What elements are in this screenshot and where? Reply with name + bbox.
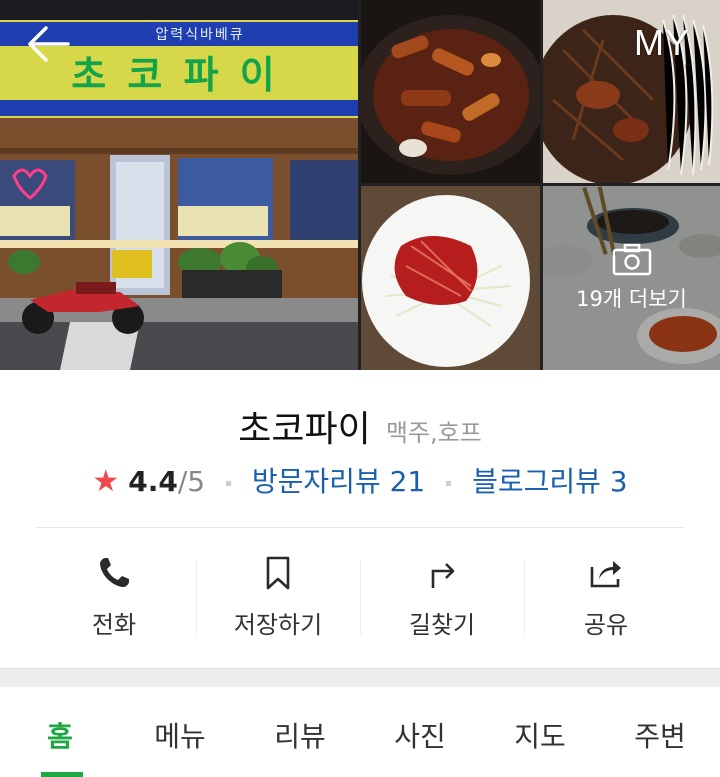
share-label: 공유 [583,611,629,639]
food-photo-3[interactable] [361,186,540,370]
bookmark-icon [266,556,290,590]
place-name: 초코파이 [238,409,371,450]
directions-icon [431,563,455,588]
directions-button[interactable]: 길찾기 [360,550,524,650]
save-label: 저장하기 [233,611,323,639]
save-button[interactable]: 저장하기 [196,550,360,650]
more-photos-overlay: 19개 더보기 [543,186,720,370]
tab-photos[interactable]: 사진 [360,687,480,777]
separator-dot [446,480,452,486]
back-arrow-icon [28,26,70,62]
separator-dot [226,480,231,486]
blog-reviews-link[interactable]: 블로그리뷰 3 [472,465,628,498]
directions-label: 길찾기 [408,611,476,639]
place-category: 맥주,호프 [385,419,482,447]
food-photo-2[interactable] [543,0,720,183]
my-button[interactable]: MY [634,22,690,64]
star-icon: ★ [92,464,120,499]
storefront-subsign-text: 압력식바베큐 [155,27,245,43]
storefront-sign-text: 초 코 파 이 [71,53,279,97]
call-label: 전화 [91,611,137,639]
rating-score: 4.4 [128,465,178,498]
action-bar: 전화 저장하기 길찾기 공유 [32,550,688,650]
tab-nearby[interactable]: 주변 [600,687,720,777]
share-button[interactable]: 공유 [524,550,688,650]
rating-max: /5 [177,465,206,498]
phone-icon [100,558,129,587]
tab-home[interactable]: 홈 [0,687,120,777]
camera-icon [612,243,651,276]
divider [36,527,684,528]
back-button[interactable] [22,22,72,66]
tab-map[interactable]: 지도 [480,687,600,777]
more-photos-label: 19개 더보기 [576,287,687,311]
tab-bar: 홈 메뉴 리뷰 사진 지도 주변 [0,687,720,777]
visitor-reviews-link[interactable]: 방문자리뷰 21 [252,465,425,498]
share-icon [590,561,621,588]
more-photos-tile[interactable]: 19개 더보기 [543,186,720,370]
call-button[interactable]: 전화 [32,550,196,650]
rating-row: ★ 4.4/5 방문자리뷰 21 블로그리뷰 3 [0,460,720,500]
food-photo-1[interactable] [361,0,540,183]
photo-gallery: 초 코 파 이 압력식바베큐 19개 더보기 MY [0,0,720,370]
section-separator [0,668,720,687]
tab-reviews[interactable]: 리뷰 [240,687,360,777]
place-title-row: 초코파이 맥주,호프 [0,400,720,452]
tab-menu[interactable]: 메뉴 [120,687,240,777]
